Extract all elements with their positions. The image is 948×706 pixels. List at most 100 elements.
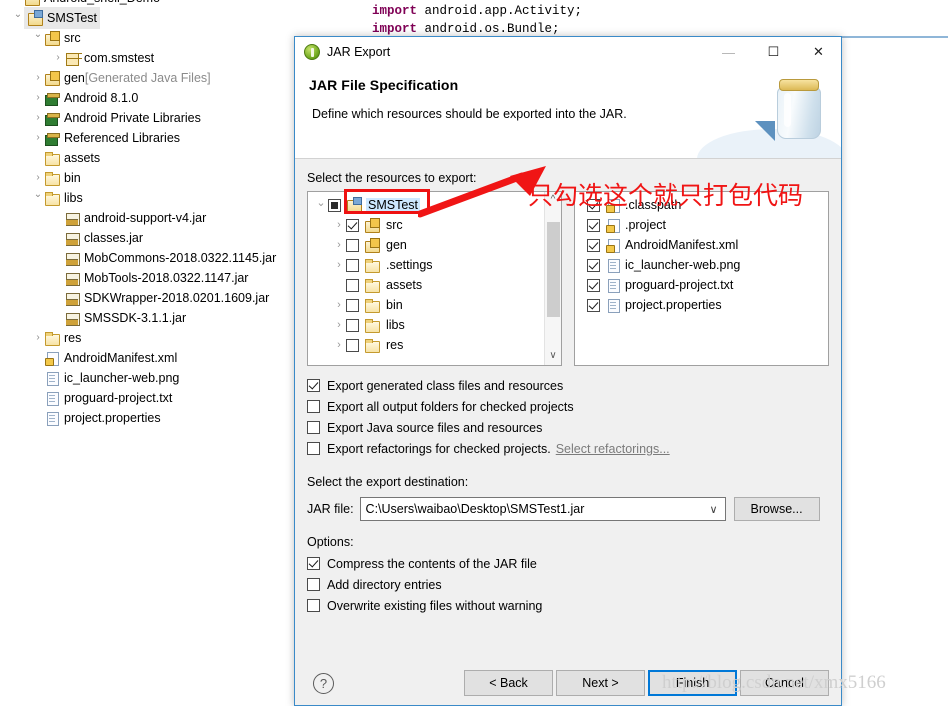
checkbox[interactable] [307,379,320,392]
chevron-right-icon[interactable] [12,0,24,8]
checkbox[interactable] [587,278,600,292]
resource-tree-row-label: src [386,218,403,232]
chevron-right-icon[interactable] [52,48,64,68]
scroll-down-icon[interactable]: ∨ [545,348,561,365]
help-button[interactable]: ? [313,672,334,694]
explorer-row[interactable]: SDKWrapper-2018.0201.1609.jar [0,288,300,308]
chevron-right-icon[interactable] [32,128,44,148]
dialog-titlebar[interactable]: JAR Export — ☐ ✕ [295,37,841,67]
jar-file-input[interactable]: C:\Users\waibao\Desktop\SMSTest1.jar ∨ [359,497,726,521]
checkbox[interactable] [307,557,320,570]
resource-file-row[interactable]: AndroidManifest.xml [575,235,828,255]
resource-file-list[interactable]: .classpath .project AndroidManifest.xml ic_… [574,191,829,366]
chevron-down-icon[interactable] [32,188,44,208]
explorer-row[interactable]: com.smstest [0,48,300,68]
browse-button[interactable]: Browse... [733,497,820,521]
folder-icon [44,170,60,186]
jar-export-dialog[interactable]: JAR Export — ☐ ✕ JAR File Specification … [294,36,842,706]
explorer-row[interactable]: gen [Generated Java Files] [0,68,300,88]
checkbox[interactable] [587,238,600,252]
explorer-row[interactable]: AndroidManifest.xml [0,348,300,368]
explorer-row[interactable]: res [0,328,300,348]
export-option-row[interactable]: Export generated class files and resourc… [307,375,829,396]
chevron-right-icon[interactable] [32,168,44,188]
package-explorer[interactable]: Android_shell_DemoSMSTestsrccom.smstestg… [0,0,300,706]
resource-tree-row[interactable]: bin [308,295,561,315]
explorer-row[interactable]: MobCommons-2018.0322.1145.jar [0,248,300,268]
chevron-down-icon[interactable] [32,28,44,48]
chevron-down-icon[interactable] [314,199,328,212]
jar-option-row[interactable]: Add directory entries [307,574,829,595]
checkbox[interactable] [307,578,320,591]
checkbox[interactable] [307,442,320,455]
chevron-right-icon[interactable] [332,239,346,251]
resource-tree-row[interactable]: res [308,335,561,355]
checkbox[interactable] [346,258,359,272]
export-option-row[interactable]: Export Java source files and resources [307,417,829,438]
close-icon[interactable]: ✕ [796,37,841,67]
checkbox[interactable] [346,298,359,312]
chevron-right-icon[interactable] [332,219,346,231]
chevron-right-icon[interactable] [332,299,346,311]
explorer-row[interactable]: MobTools-2018.0322.1147.jar [0,268,300,288]
resource-file-row[interactable]: .project [575,215,828,235]
file-icon [605,277,621,293]
chevron-right-icon[interactable] [32,328,44,348]
resource-file-row[interactable]: project.properties [575,295,828,315]
checkbox[interactable] [587,218,600,232]
explorer-row[interactable]: bin [0,168,300,188]
window-controls[interactable]: — ☐ ✕ [706,37,841,67]
explorer-row[interactable]: SMSTest [0,7,300,29]
resource-tree-row[interactable]: .settings [308,255,561,275]
jar-option-row[interactable]: Overwrite existing files without warning [307,595,829,616]
file-icon [605,257,621,273]
resource-file-row[interactable]: proguard-project.txt [575,275,828,295]
export-option-row[interactable]: Export all output folders for checked pr… [307,396,829,417]
explorer-row[interactable]: Android Private Libraries [0,108,300,128]
resource-tree-row[interactable]: assets [308,275,561,295]
select-refactorings-link[interactable]: Select refactorings... [556,442,670,456]
checkbox[interactable] [587,298,600,312]
chevron-right-icon[interactable] [32,88,44,108]
checkbox[interactable] [328,198,341,212]
explorer-row[interactable]: libs [0,188,300,208]
explorer-row[interactable]: project.properties [0,408,300,428]
explorer-row[interactable]: proguard-project.txt [0,388,300,408]
resource-tree-row[interactable]: gen [308,235,561,255]
minimize-icon[interactable]: — [706,37,751,67]
checkbox[interactable] [346,338,359,352]
explorer-row[interactable]: assets [0,148,300,168]
checkbox[interactable] [307,400,320,413]
explorer-row[interactable]: android-support-v4.jar [0,208,300,228]
resource-tree-row[interactable]: src [308,215,561,235]
explorer-row-label: android-support-v4.jar [84,211,207,225]
checkbox[interactable] [346,218,359,232]
chevron-right-icon[interactable] [32,68,44,88]
resource-tree-row[interactable]: libs [308,315,561,335]
checkbox[interactable] [307,421,320,434]
checkbox[interactable] [307,599,320,612]
chevron-down-icon[interactable]: ∨ [709,503,720,516]
next-button[interactable]: Next > [556,670,645,696]
checkbox[interactable] [346,278,359,292]
explorer-row[interactable]: Android 8.1.0 [0,88,300,108]
checkbox[interactable] [346,318,359,332]
explorer-row[interactable]: classes.jar [0,228,300,248]
chevron-right-icon[interactable] [332,339,346,351]
export-option-row[interactable]: Export refactorings for checked projects… [307,438,829,459]
jar-option-row[interactable]: Compress the contents of the JAR file [307,553,829,574]
explorer-row[interactable]: SMSSDK-3.1.1.jar [0,308,300,328]
checkbox[interactable] [587,258,600,272]
chevron-right-icon[interactable] [332,319,346,331]
chevron-right-icon[interactable] [332,259,346,271]
explorer-row[interactable]: ic_launcher-web.png [0,368,300,388]
explorer-row[interactable]: Referenced Libraries [0,128,300,148]
maximize-icon[interactable]: ☐ [751,37,796,67]
chevron-down-icon[interactable] [12,8,24,28]
back-button[interactable]: < Back [464,670,553,696]
scroll-thumb[interactable] [547,222,560,317]
explorer-row[interactable]: src [0,28,300,48]
chevron-right-icon[interactable] [32,108,44,128]
checkbox[interactable] [346,238,359,252]
resource-file-row[interactable]: ic_launcher-web.png [575,255,828,275]
